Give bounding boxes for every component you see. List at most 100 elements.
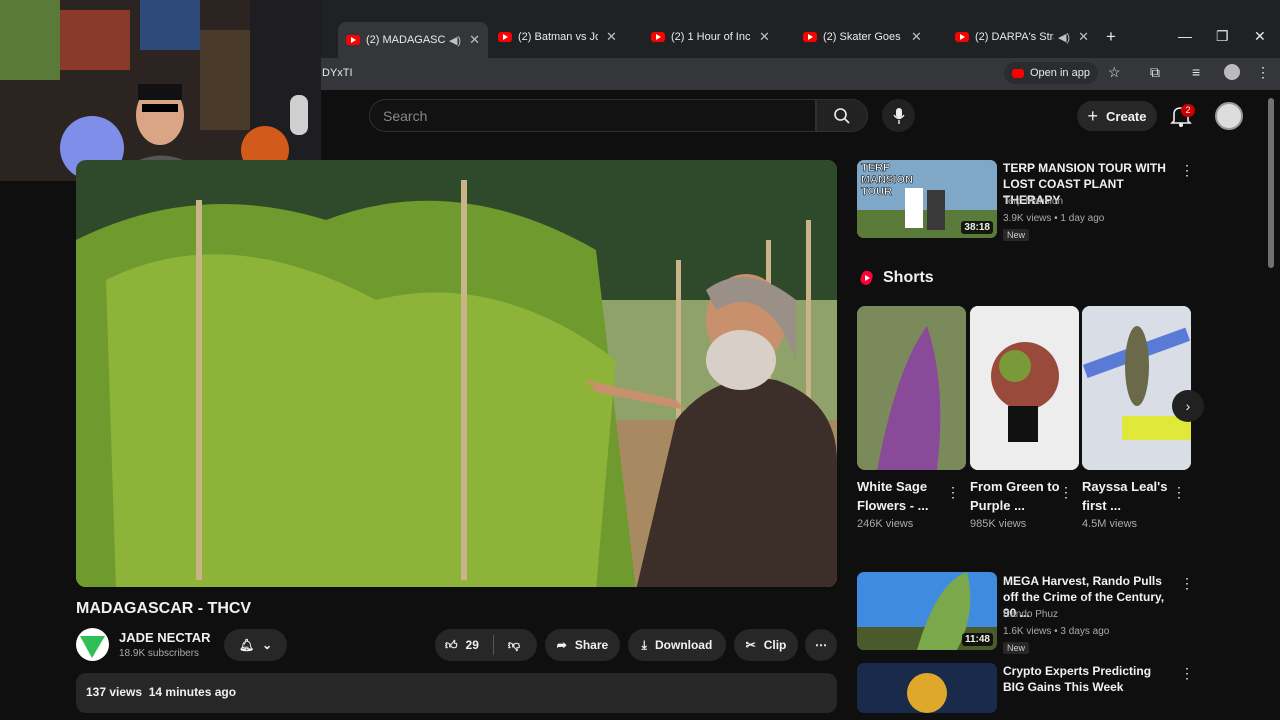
close-tab-icon[interactable]: ✕ [911, 29, 922, 45]
close-tab-icon[interactable]: ✕ [1078, 29, 1089, 45]
bookmark-star-icon[interactable]: ☆ [1108, 64, 1121, 81]
recommended-thumbnail[interactable]: TERP MANSION TOUR 38:18 [857, 160, 997, 238]
more-options-icon[interactable]: ⋮ [946, 484, 960, 501]
extensions-icon[interactable]: ⧉ [1150, 64, 1160, 81]
speaker-icon[interactable]: ◀) [1058, 31, 1070, 44]
short-image [857, 306, 966, 470]
recommended-thumbnail[interactable]: 11:48 [857, 572, 997, 650]
more-options-icon[interactable]: ⋮ [1172, 484, 1186, 501]
short-title[interactable]: From Green to Purple ... [970, 477, 1060, 515]
chevron-right-icon: › [1185, 398, 1191, 414]
tab-skater[interactable]: (2) Skater Goes Off A ✕ [795, 24, 945, 50]
open-in-app-button[interactable]: Open in app [1004, 62, 1098, 84]
media-controls-icon[interactable]: ≡ [1192, 64, 1200, 80]
clip-button[interactable]: ✂ Clip [734, 629, 798, 661]
profile-icon[interactable] [1224, 64, 1240, 80]
tab-incredible[interactable]: (2) 1 Hour of Incredi ✕ [643, 24, 793, 50]
recommended-meta: 1.6K views • 3 days ago [1003, 626, 1110, 637]
create-button[interactable]: + Create [1077, 101, 1157, 131]
divider [492, 635, 494, 655]
scissors-icon: ✂ [745, 638, 756, 652]
subscriber-count: 18.9K subscribers [119, 648, 200, 659]
url-text[interactable]: DYxTI [322, 67, 353, 79]
youtube-favicon-icon [803, 32, 817, 42]
download-label: Download [654, 638, 713, 652]
channel-avatar[interactable] [76, 628, 109, 661]
tab-madagascar[interactable]: (2) MADAGASCAR ◀) ✕ [338, 22, 488, 58]
clip-label: Clip [763, 638, 787, 652]
short-image [1082, 306, 1191, 470]
close-tab-icon[interactable]: ✕ [606, 29, 617, 45]
duration-badge: 38:18 [961, 221, 993, 234]
short-title[interactable]: White Sage Flowers - ... [857, 477, 947, 515]
more-options-icon[interactable]: ⋮ [1180, 162, 1194, 179]
create-label: Create [1106, 108, 1147, 124]
voice-search-button[interactable] [882, 99, 915, 132]
tab-darpa[interactable]: (2) DARPA's Stran ◀) ✕ [947, 24, 1097, 50]
short-thumbnail[interactable] [1082, 306, 1191, 470]
search-placeholder: Search [383, 107, 428, 124]
microphone-icon [892, 107, 905, 124]
short-views: 985K views [970, 518, 1027, 530]
close-tab-icon[interactable]: ✕ [469, 32, 480, 48]
notification-settings-button[interactable]: 🔔︎ ⌄ [224, 629, 287, 661]
youtube-favicon-icon [651, 32, 665, 42]
video-player[interactable] [76, 160, 837, 587]
like-dislike-group: 👍︎ 29 👎︎ [435, 629, 537, 661]
channel-name[interactable]: JADE NECTAR [119, 630, 211, 645]
speaker-icon[interactable]: ◀) [449, 34, 461, 47]
close-window-icon[interactable]: ✕ [1254, 28, 1266, 45]
open-in-app-label: Open in app [1030, 67, 1090, 79]
recommended-channel[interactable]: Terp Mansion [1003, 196, 1063, 207]
chevron-down-icon: ⌄ [262, 638, 273, 652]
recommended-meta: 3.9K views • 1 day ago [1003, 213, 1105, 224]
tab-batman[interactable]: (2) Batman vs Joker ✕ [490, 24, 640, 50]
account-avatar[interactable] [1215, 102, 1243, 130]
shorts-heading: Shorts [883, 269, 934, 286]
tab-title: (2) MADAGASCAR [366, 34, 445, 46]
more-actions-button[interactable]: ⋯ [805, 629, 837, 661]
more-options-icon[interactable]: ⋮ [1180, 665, 1194, 682]
new-badge: New [1003, 642, 1030, 654]
recommended-thumbnail[interactable] [857, 663, 997, 713]
download-button[interactable]: ⤓ Download [628, 629, 726, 661]
like-button[interactable]: 👍︎ 29 [445, 638, 479, 653]
search-icon [834, 107, 850, 124]
video-frame-image [76, 160, 837, 587]
duration-badge: 11:48 [961, 633, 993, 646]
menu-dots-icon[interactable]: ⋮ [1256, 64, 1270, 81]
view-count: 137 views [86, 685, 143, 699]
recommended-channel[interactable]: Rando Phuz [1003, 609, 1058, 620]
dislike-button[interactable]: 👎︎ [508, 638, 520, 653]
page-scrollbar[interactable] [1268, 98, 1274, 268]
short-thumbnail[interactable] [857, 306, 966, 470]
short-thumbnail[interactable] [970, 306, 1079, 470]
tab-title: (2) 1 Hour of Incredi [671, 31, 751, 43]
tab-title: (2) DARPA's Stran [975, 31, 1054, 43]
new-tab-button[interactable]: + [1098, 24, 1124, 50]
youtube-icon [1012, 68, 1024, 78]
plus-icon: + [1106, 27, 1116, 46]
share-button[interactable]: ➦ Share [545, 629, 620, 661]
shorts-next-button[interactable]: › [1172, 390, 1204, 422]
shorts-logo-icon [860, 270, 873, 285]
thumbnail-image [857, 663, 997, 713]
tab-title: (2) Skater Goes Off A [823, 31, 903, 43]
restore-icon[interactable]: ❐ [1216, 28, 1229, 45]
like-count: 29 [465, 638, 479, 652]
webcam-overlay [0, 0, 321, 181]
more-options-icon[interactable]: ⋮ [1059, 484, 1073, 501]
close-tab-icon[interactable]: ✕ [759, 29, 770, 45]
search-input[interactable]: Search [369, 99, 816, 132]
description-box[interactable]: 137 views 14 minutes ago [76, 673, 837, 713]
search-button[interactable] [816, 99, 868, 132]
more-options-icon[interactable]: ⋮ [1180, 575, 1194, 592]
short-views: 246K views [857, 518, 914, 530]
plus-icon: + [1087, 105, 1099, 126]
recommended-title[interactable]: Crypto Experts Predicting BIG Gains This… [1003, 663, 1173, 695]
short-title[interactable]: Rayssa Leal's first ... [1082, 477, 1172, 515]
youtube-favicon-icon [955, 32, 969, 42]
short-image [970, 306, 1079, 470]
thumbnail-text: TERP MANSION TOUR [861, 162, 913, 199]
minimize-icon[interactable]: — [1178, 28, 1192, 44]
